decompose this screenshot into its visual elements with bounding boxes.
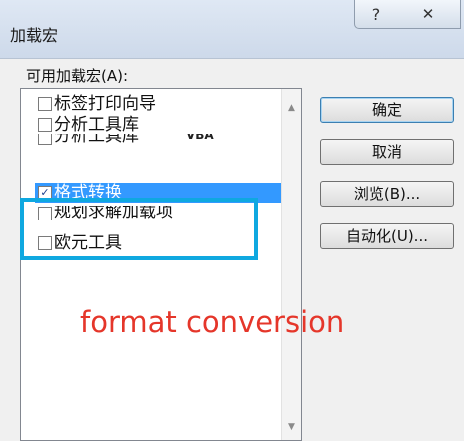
list-item-selected[interactable]: ✓ 格式转换 (35, 183, 291, 203)
list-item-label: 格式转换 (54, 183, 122, 203)
list-item-suffix: VBA (186, 134, 214, 142)
list-item[interactable]: 欧元工具 (21, 233, 279, 253)
list-item[interactable]: 分析工具库 VBA (21, 134, 279, 146)
dialog-body: 可用加载宏(A): 标签打印向导 分析工具库 分析工具库 VBA ✓ 格式转换 … (0, 59, 464, 441)
list-item[interactable]: 规划求解加载项 (21, 206, 279, 220)
checkbox[interactable] (38, 118, 52, 132)
list-item-label: 欧元工具 (54, 233, 122, 253)
list-item[interactable]: 分析工具库 (21, 115, 279, 135)
list-item-label: 标签打印向导 (54, 94, 156, 114)
scroll-up-icon[interactable]: ▲ (282, 99, 301, 117)
close-button[interactable]: ✕ (396, 0, 461, 29)
browse-button[interactable]: 浏览(B)... (320, 181, 454, 207)
list-scrollbar[interactable]: ▲ ▼ (281, 89, 301, 440)
title-bar: 加载宏 ? ✕ (0, 0, 464, 59)
checkbox-checked[interactable]: ✓ (38, 186, 52, 200)
list-item-label: 规划求解加载项 (54, 206, 173, 220)
help-button[interactable]: ? (354, 0, 398, 29)
checkbox[interactable] (38, 134, 52, 145)
ok-button[interactable]: 确定 (320, 97, 454, 123)
checkbox[interactable] (38, 207, 52, 220)
list-item[interactable]: 标签打印向导 (21, 94, 279, 114)
close-icon: ✕ (421, 5, 435, 23)
help-icon: ? (371, 4, 381, 24)
addins-listbox[interactable]: 标签打印向导 分析工具库 分析工具库 VBA ✓ 格式转换 规划求解加载项 欧元… (20, 88, 302, 441)
window-title: 加载宏 (10, 26, 59, 45)
list-item-label: 分析工具库 (54, 115, 139, 135)
addins-list-label: 可用加载宏(A): (26, 67, 129, 85)
annotation-label: format conversion (80, 305, 345, 339)
scroll-down-icon[interactable]: ▼ (282, 418, 301, 436)
checkbox[interactable] (38, 236, 52, 250)
automation-button[interactable]: 自动化(U)... (320, 223, 454, 249)
list-item-label: 分析工具库 (54, 134, 139, 146)
checkbox[interactable] (38, 97, 52, 111)
cancel-button[interactable]: 取消 (320, 139, 454, 165)
